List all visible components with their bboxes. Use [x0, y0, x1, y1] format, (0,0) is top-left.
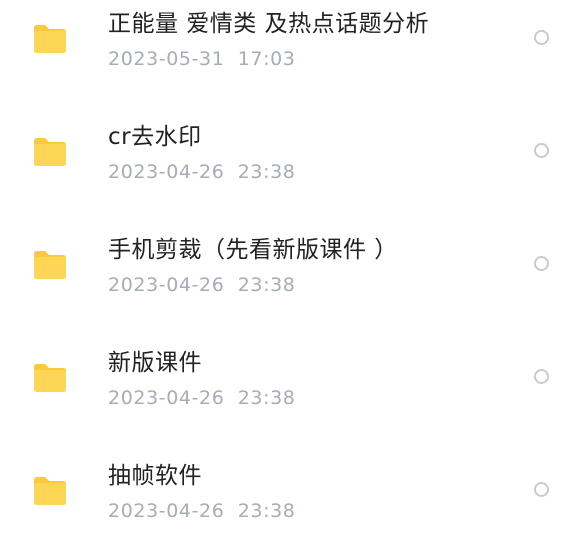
folder-icon — [32, 476, 68, 506]
file-date: 2023-05-31 17:03 — [108, 48, 296, 70]
file-row-3[interactable]: 手机剪裁（先看新版课件 ） 2023-04-26 23:38 — [0, 208, 568, 321]
file-name: 手机剪裁（先看新版课件 ） — [108, 237, 398, 263]
file-row-4[interactable]: 新版课件 2023-04-26 23:38 — [0, 321, 568, 434]
folder-icon — [32, 250, 68, 280]
file-date: 2023-04-26 23:38 — [108, 161, 296, 183]
file-date: 2023-04-26 23:38 — [108, 274, 296, 296]
folder-icon — [32, 363, 68, 393]
select-radio[interactable] — [534, 256, 549, 271]
folder-icon — [32, 24, 68, 54]
file-name: 正能量 爱情类 及热点话题分析 — [108, 11, 430, 37]
file-name: 新版课件 — [108, 350, 202, 376]
file-row-2[interactable]: cr去水印 2023-04-26 23:38 — [0, 95, 568, 208]
select-radio[interactable] — [534, 369, 549, 384]
file-name: 抽帧软件 — [108, 463, 202, 489]
file-row-5[interactable]: 抽帧软件 2023-04-26 23:38 — [0, 434, 568, 547]
file-date: 2023-04-26 23:38 — [108, 500, 296, 522]
file-date: 2023-04-26 23:38 — [108, 387, 296, 409]
select-radio[interactable] — [534, 143, 549, 158]
select-radio[interactable] — [534, 30, 549, 45]
file-row-1[interactable]: 正能量 爱情类 及热点话题分析 2023-05-31 17:03 — [0, 0, 568, 95]
file-name: cr去水印 — [108, 124, 202, 150]
folder-icon — [32, 137, 68, 167]
select-radio[interactable] — [534, 482, 549, 497]
file-list: 正能量 爱情类 及热点话题分析 2023-05-31 17:03 cr去水印 2… — [0, 0, 568, 545]
